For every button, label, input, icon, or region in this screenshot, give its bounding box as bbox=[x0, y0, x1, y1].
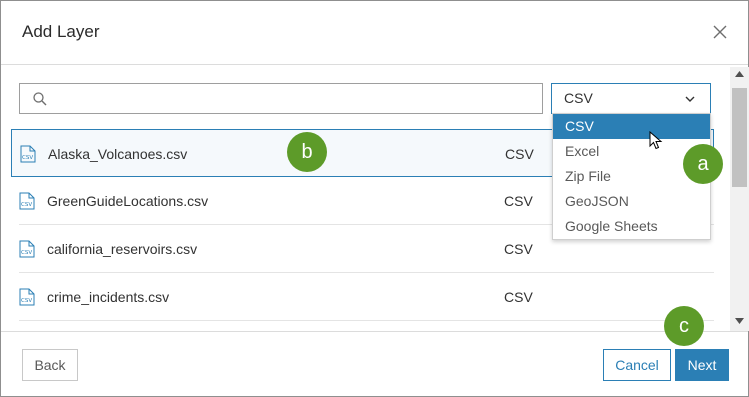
dialog-footer: Back Cancel Next bbox=[1, 331, 748, 397]
dropdown-option-csv[interactable]: CSV bbox=[553, 114, 710, 139]
file-name: Alaska_Volcanoes.csv bbox=[48, 146, 188, 162]
mouse-pointer-icon bbox=[649, 131, 663, 150]
file-name: crime_incidents.csv bbox=[47, 289, 170, 305]
callout-b: b bbox=[287, 132, 327, 172]
add-layer-dialog: Add Layer CSV CSV Alaska_Volcanoes.csv C… bbox=[0, 0, 749, 397]
file-type: CSV bbox=[505, 146, 534, 162]
csv-file-icon: CSV bbox=[20, 145, 36, 163]
chevron-down-icon bbox=[685, 96, 695, 102]
dropdown-option-geojson[interactable]: GeoJSON bbox=[553, 189, 710, 214]
search-field[interactable] bbox=[19, 83, 543, 114]
svg-text:CSV: CSV bbox=[21, 202, 32, 208]
csv-file-icon: CSV bbox=[19, 288, 35, 306]
next-button[interactable]: Next bbox=[675, 349, 729, 381]
close-icon[interactable] bbox=[711, 23, 729, 41]
dialog-header: Add Layer bbox=[1, 1, 748, 65]
svg-text:CSV: CSV bbox=[21, 250, 32, 256]
dropdown-option-google-sheets[interactable]: Google Sheets bbox=[553, 214, 710, 239]
csv-file-icon: CSV bbox=[19, 192, 35, 210]
list-scrollbar[interactable] bbox=[730, 67, 749, 331]
svg-text:CSV: CSV bbox=[21, 298, 32, 304]
file-type: CSV bbox=[504, 193, 533, 209]
callout-c: c bbox=[664, 306, 704, 346]
file-type-selected-value: CSV bbox=[564, 90, 593, 106]
file-name: GreenGuideLocations.csv bbox=[47, 193, 209, 209]
csv-file-icon: CSV bbox=[19, 240, 35, 258]
scroll-down-arrow-icon[interactable] bbox=[735, 318, 744, 324]
scrollbar-thumb[interactable] bbox=[732, 88, 747, 187]
dialog-title: Add Layer bbox=[22, 22, 100, 41]
scroll-up-arrow-icon[interactable] bbox=[735, 71, 744, 77]
back-button[interactable]: Back bbox=[22, 349, 78, 381]
file-name: california_reservoirs.csv bbox=[47, 241, 198, 257]
svg-text:CSV: CSV bbox=[22, 155, 33, 161]
file-type-select[interactable]: CSV bbox=[551, 83, 711, 114]
search-input[interactable] bbox=[56, 85, 536, 112]
cancel-button[interactable]: Cancel bbox=[603, 349, 671, 381]
file-type: CSV bbox=[504, 241, 533, 257]
file-row[interactable]: CSV crime_incidents.csv CSV bbox=[11, 273, 714, 321]
search-icon bbox=[33, 92, 47, 106]
row-divider bbox=[19, 320, 714, 321]
file-type: CSV bbox=[504, 289, 533, 305]
callout-a: a bbox=[683, 144, 723, 184]
